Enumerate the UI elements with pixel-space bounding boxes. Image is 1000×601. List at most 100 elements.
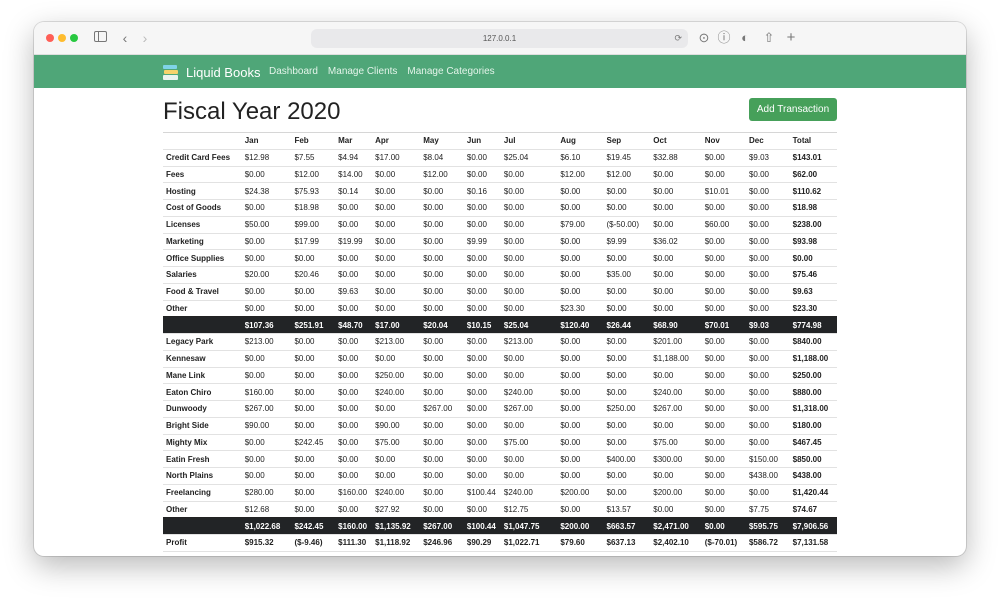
column-header-oct: Oct bbox=[650, 132, 702, 150]
cell-value: $2,471.00 bbox=[650, 517, 702, 535]
cell-value: $0.00 bbox=[701, 165, 746, 183]
back-icon[interactable]: ‹ bbox=[117, 29, 133, 47]
cell-value: $0.00 bbox=[745, 349, 790, 367]
cell-value: $0.00 bbox=[335, 416, 373, 434]
cell-value: ($-70.01) bbox=[701, 534, 746, 552]
cell-value: $240.00 bbox=[500, 383, 558, 401]
cell-value: $17.00 bbox=[372, 316, 421, 334]
maximize-window-button[interactable] bbox=[70, 34, 78, 42]
brand[interactable]: Liquid Books bbox=[162, 62, 260, 82]
info-icon[interactable]: ⓘ bbox=[716, 29, 732, 47]
cell-value: $0.00 bbox=[420, 416, 464, 434]
add-transaction-button[interactable]: Add Transaction bbox=[749, 98, 837, 121]
cell-value: $0.00 bbox=[603, 349, 651, 367]
cell-value: $400.00 bbox=[603, 450, 651, 468]
cell-value: $0.00 bbox=[463, 349, 501, 367]
shield-icon[interactable]: ◐ bbox=[737, 29, 753, 47]
cell-value: $0.00 bbox=[603, 416, 651, 434]
nav-link-dashboard[interactable]: Dashboard bbox=[269, 66, 318, 77]
cell-value: $0.00 bbox=[557, 400, 604, 418]
cell-value: $0.00 bbox=[463, 215, 501, 233]
income-row: Kennesaw $0.00 $0.00 $0.00 $0.00 $0.00 $0.00 $0… bbox=[163, 349, 837, 367]
cell-value: $0.00 bbox=[745, 282, 790, 300]
cell-value: $6.10 bbox=[557, 148, 604, 166]
cell-value: $1,022.71 bbox=[500, 534, 558, 552]
header-blank bbox=[163, 132, 242, 150]
address-bar[interactable]: 127.0.0.1 ⟳ bbox=[311, 29, 688, 48]
cell-value: $0.00 bbox=[335, 199, 373, 217]
new-tab-icon[interactable]: + bbox=[783, 29, 799, 47]
nav-link-manage-clients[interactable]: Manage Clients bbox=[328, 66, 397, 77]
cell-value: $0.00 bbox=[420, 349, 464, 367]
fiscal-year-table: Jan Feb Mar Apr May Jun Jul Aug Sep Oct Nov Dec Tota… bbox=[163, 132, 837, 552]
cell-value: $0.00 bbox=[420, 483, 464, 501]
income-row: Bright Side $90.00 $0.00 $0.00 $90.00 $0.00 $0… bbox=[163, 416, 837, 434]
cell-value: $0.00 bbox=[650, 266, 702, 284]
expense-row: Office Supplies $0.00 $0.00 $0.00 $0.00 $0.00… bbox=[163, 249, 837, 267]
cell-value: $250.00 bbox=[603, 400, 651, 418]
close-window-button[interactable] bbox=[46, 34, 54, 42]
share-icon[interactable]: ⇧ bbox=[761, 29, 777, 47]
cell-value: $9.03 bbox=[745, 148, 790, 166]
row-label: Mighty Mix bbox=[163, 433, 242, 451]
sidebar-icon[interactable] bbox=[92, 29, 108, 47]
cell-value: $0.00 bbox=[701, 383, 746, 401]
cell-value: $0.00 bbox=[557, 467, 604, 485]
cell-value: $0.00 bbox=[650, 467, 702, 485]
cell-value: $8.04 bbox=[420, 148, 464, 166]
cell-value: $0.00 bbox=[500, 366, 558, 384]
cell-value: $7.55 bbox=[291, 148, 336, 166]
reload-icon[interactable]: ⟳ bbox=[674, 29, 682, 48]
cell-value: $0.00 bbox=[420, 450, 464, 468]
cell-value: $12.75 bbox=[500, 500, 558, 518]
column-header-dec: Dec bbox=[745, 132, 790, 150]
cell-value: $240.00 bbox=[500, 483, 558, 501]
cell-value: $14.00 bbox=[335, 165, 373, 183]
cell-value: $111.30 bbox=[335, 534, 373, 552]
row-total: $23.30 bbox=[789, 299, 837, 317]
cell-value: $79.00 bbox=[557, 215, 604, 233]
cell-value: $0.00 bbox=[420, 467, 464, 485]
cell-value: $1,022.68 bbox=[241, 517, 292, 535]
cell-value: $0.00 bbox=[603, 282, 651, 300]
expense-row: Licenses $50.00 $99.00 $0.00 $0.00 $0.00 $0.00… bbox=[163, 215, 837, 233]
cell-value: $0.00 bbox=[241, 199, 292, 217]
income-totals-row: $1,022.68 $242.45 $160.00 $1,135.92 $267.00 $… bbox=[163, 517, 837, 535]
expense-row: Cost of Goods $0.00 $18.98 $0.00 $0.00 $0.00 $… bbox=[163, 199, 837, 217]
cell-value: $595.75 bbox=[745, 517, 790, 535]
download-icon[interactable]: ⊙ bbox=[696, 29, 712, 47]
cell-value: $0.00 bbox=[420, 366, 464, 384]
cell-value: $0.00 bbox=[500, 467, 558, 485]
cell-value: $0.00 bbox=[650, 215, 702, 233]
nav-link-manage-categories[interactable]: Manage Categories bbox=[407, 66, 494, 77]
row-label: North Plains bbox=[163, 467, 242, 485]
column-header-jul: Jul bbox=[500, 132, 558, 150]
cell-value: $160.00 bbox=[241, 383, 292, 401]
cell-value: $637.13 bbox=[603, 534, 651, 552]
cell-value: $90.29 bbox=[463, 534, 501, 552]
column-header-jun: Jun bbox=[463, 132, 501, 150]
cell-value: $48.70 bbox=[335, 316, 373, 334]
row-total: $7,906.56 bbox=[789, 517, 837, 535]
cell-value: $20.04 bbox=[420, 316, 464, 334]
forward-icon[interactable]: › bbox=[137, 29, 153, 47]
row-label: Mane Link bbox=[163, 366, 242, 384]
cell-value: $0.00 bbox=[420, 215, 464, 233]
row-total: $438.00 bbox=[789, 467, 837, 485]
cell-value: $19.99 bbox=[335, 232, 373, 250]
cell-value: $200.00 bbox=[557, 483, 604, 501]
cell-value: $0.00 bbox=[701, 450, 746, 468]
cell-value: $150.00 bbox=[745, 450, 790, 468]
cell-value: $0.00 bbox=[372, 232, 421, 250]
cell-value: $0.00 bbox=[650, 165, 702, 183]
cell-value: $0.00 bbox=[557, 416, 604, 434]
brand-name: Liquid Books bbox=[186, 64, 261, 80]
minimize-window-button[interactable] bbox=[58, 34, 66, 42]
cell-value: $7.75 bbox=[745, 500, 790, 518]
cell-value: $75.00 bbox=[372, 433, 421, 451]
expense-row: Fees $0.00 $12.00 $14.00 $0.00 $12.00 $0.00 $0.… bbox=[163, 165, 837, 183]
cell-value: $0.00 bbox=[463, 383, 501, 401]
cell-value: $213.00 bbox=[372, 333, 421, 351]
cell-value: $240.00 bbox=[372, 383, 421, 401]
income-row: Dunwoody $267.00 $0.00 $0.00 $0.00 $267.00 $0.… bbox=[163, 400, 837, 418]
